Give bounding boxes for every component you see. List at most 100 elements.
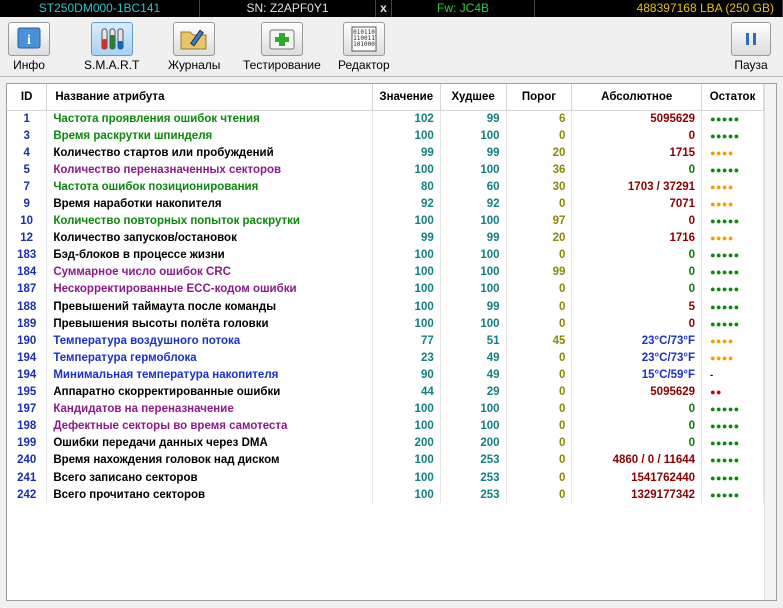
pause-button[interactable]: Пауза bbox=[731, 22, 771, 72]
editor-button[interactable]: 010110 110011 101000 Редактор bbox=[338, 22, 390, 72]
column-header-value[interactable]: Значение bbox=[372, 84, 441, 111]
attribute-remaining: ●●●● bbox=[701, 349, 764, 367]
table-row[interactable]: 195 Аппаратно скорректированные ошибки 44 2… bbox=[7, 383, 764, 401]
attribute-threshold: 99 bbox=[506, 263, 573, 281]
column-header-id[interactable]: ID bbox=[7, 84, 48, 111]
attribute-remaining: ●●●●● bbox=[701, 434, 764, 452]
attribute-id: 187 bbox=[7, 280, 48, 299]
attribute-absolute: 0 bbox=[571, 400, 703, 418]
attribute-absolute: 0 bbox=[571, 212, 703, 230]
attribute-worst: 29 bbox=[440, 383, 507, 401]
attribute-name: Частота проявления ошибок чтения bbox=[46, 110, 373, 128]
attribute-name: Всего прочитано секторов bbox=[46, 486, 373, 504]
table-row[interactable]: 194 Температура гермоблока 23 49 0 23°C/73°F ●… bbox=[7, 349, 764, 367]
attribute-id: 9 bbox=[7, 195, 48, 213]
column-header-threshold[interactable]: Порог bbox=[506, 84, 573, 111]
attribute-id: 194 bbox=[7, 366, 48, 384]
attribute-remaining: ●● bbox=[701, 383, 764, 401]
table-row[interactable]: 12 Количество запусков/остановок 99 99 20 171… bbox=[7, 229, 764, 247]
attribute-remaining: ●●●●● bbox=[701, 486, 764, 504]
attribute-worst: 99 bbox=[440, 229, 507, 247]
attribute-threshold: 0 bbox=[506, 383, 573, 401]
pause-button-label: Пауза bbox=[734, 58, 768, 72]
attribute-id: 190 bbox=[7, 332, 48, 350]
table-row[interactable]: 194 Минимальная температура накопителя 90 4… bbox=[7, 366, 764, 384]
testing-button[interactable]: Тестирование bbox=[243, 22, 321, 72]
vertical-scrollbar[interactable] bbox=[764, 84, 776, 600]
attribute-name: Превышения высоты полёта головки bbox=[46, 315, 373, 333]
attribute-value: 100 bbox=[372, 468, 441, 487]
table-row[interactable]: 190 Температура воздушного потока 77 51 45 23… bbox=[7, 332, 764, 350]
table-row[interactable]: 183 Бэд-блоков в процессе жизни 100 100 0 0 ●●… bbox=[7, 246, 764, 264]
info-button-label: Инфо bbox=[13, 58, 45, 72]
attribute-value: 100 bbox=[372, 400, 441, 418]
logs-button[interactable]: Журналы bbox=[168, 22, 220, 72]
attribute-absolute: 4860 / 0 / 11644 bbox=[571, 451, 703, 469]
smart-button[interactable]: S.M.A.R.T bbox=[84, 22, 139, 72]
attribute-value: 100 bbox=[372, 298, 441, 316]
attribute-absolute: 0 bbox=[571, 127, 703, 145]
folder-pen-icon bbox=[173, 22, 216, 56]
table-row[interactable]: 9 Время наработки накопителя 92 92 0 7071 ●●●● bbox=[7, 195, 764, 213]
attribute-id: 194 bbox=[7, 349, 48, 367]
table-row[interactable]: 189 Превышения высоты полёта головки 100 10… bbox=[7, 315, 764, 333]
table-row[interactable]: 10 Количество повторных попыток раскрутки… bbox=[7, 212, 764, 230]
attribute-value: 100 bbox=[372, 263, 441, 281]
attribute-worst: 253 bbox=[440, 486, 507, 504]
table-row[interactable]: 188 Превышений таймаута после команды 100 9… bbox=[7, 298, 764, 316]
table-row[interactable]: 242 Всего прочитано секторов 100 253 0 132917… bbox=[7, 486, 764, 504]
attribute-threshold: 0 bbox=[506, 127, 573, 145]
attribute-threshold: 0 bbox=[506, 366, 573, 384]
column-header-absolute[interactable]: Абсолютное bbox=[571, 84, 703, 111]
column-header-name[interactable]: Название атрибута bbox=[46, 84, 373, 111]
test-tubes-icon bbox=[90, 22, 133, 56]
attribute-name: Частота ошибок позиционирования bbox=[46, 178, 373, 196]
attribute-threshold: 36 bbox=[506, 161, 573, 179]
attribute-remaining: ●●●●● bbox=[701, 315, 764, 333]
attribute-remaining: ●●●●● bbox=[701, 263, 764, 281]
attribute-threshold: 0 bbox=[506, 298, 573, 316]
attribute-worst: 100 bbox=[440, 263, 507, 281]
drive-serial: SN: Z2APF0Y1 bbox=[200, 0, 376, 17]
attribute-threshold: 0 bbox=[506, 315, 573, 333]
attribute-absolute: 23°C/73°F bbox=[571, 349, 703, 367]
attribute-name: Температура гермоблока bbox=[46, 349, 373, 367]
attribute-name: Минимальная температура накопителя bbox=[46, 366, 373, 384]
attribute-absolute: 1329177342 bbox=[571, 486, 703, 504]
attribute-value: 100 bbox=[372, 417, 441, 435]
attribute-id: 189 bbox=[7, 315, 48, 333]
logs-button-label: Журналы bbox=[168, 58, 221, 72]
attribute-name: Количество переназначенных секторов bbox=[46, 161, 373, 179]
table-row[interactable]: 3 Время раскрутки шпинделя 100 100 0 0 ●●●●● bbox=[7, 127, 764, 145]
close-drive-button[interactable]: x bbox=[376, 0, 392, 17]
attribute-threshold: 0 bbox=[506, 468, 573, 487]
attribute-remaining: ●●●●● bbox=[701, 127, 764, 145]
attribute-remaining: ●●●●● bbox=[701, 468, 764, 487]
info-icon: i bbox=[8, 22, 50, 56]
table-row[interactable]: 1 Частота проявления ошибок чтения 102 99 6 5… bbox=[7, 110, 764, 128]
table-row[interactable]: 187 Нескорректированные ECC-кодом ошибки 1… bbox=[7, 280, 764, 299]
table-row[interactable]: 240 Время нахождения головок над диском 10… bbox=[7, 451, 764, 469]
attribute-threshold: 30 bbox=[506, 178, 573, 196]
table-row[interactable]: 5 Количество переназначенных секторов 100 1… bbox=[7, 161, 764, 179]
attribute-threshold: 0 bbox=[506, 246, 573, 264]
table-row[interactable]: 7 Частота ошибок позиционирования 80 60 30 17… bbox=[7, 178, 764, 196]
table-row[interactable]: 4 Количество стартов или пробуждений 99 99 2… bbox=[7, 144, 764, 162]
attribute-name: Температура воздушного потока bbox=[46, 332, 373, 350]
table-row[interactable]: 197 Кандидатов на переназначение 100 100 0 0 ●… bbox=[7, 400, 764, 418]
column-header-worst[interactable]: Худшее bbox=[440, 84, 507, 111]
attribute-value: 44 bbox=[372, 383, 441, 401]
table-row[interactable]: 199 Ошибки передачи данных через DMA 200 20… bbox=[7, 434, 764, 452]
table-row[interactable]: 241 Всего записано секторов 100 253 0 1541762… bbox=[7, 468, 764, 487]
attribute-name: Превышений таймаута после команды bbox=[46, 298, 373, 316]
drive-firmware: Fw: JC4B bbox=[392, 0, 535, 17]
drive-model[interactable]: ST250DM000-1BC141 bbox=[0, 0, 200, 17]
attribute-absolute: 23°C/73°F bbox=[571, 332, 703, 350]
table-row[interactable]: 184 Суммарное число ошибок CRC 100 100 99 0 ●●… bbox=[7, 263, 764, 281]
table-row[interactable]: 198 Дефектные секторы во время самотеста 1… bbox=[7, 417, 764, 435]
column-header-remaining[interactable]: Остаток bbox=[701, 84, 764, 111]
attribute-threshold: 0 bbox=[506, 434, 573, 452]
attribute-worst: 100 bbox=[440, 161, 507, 179]
info-button[interactable]: i Инфо bbox=[8, 22, 50, 72]
attribute-worst: 99 bbox=[440, 298, 507, 316]
